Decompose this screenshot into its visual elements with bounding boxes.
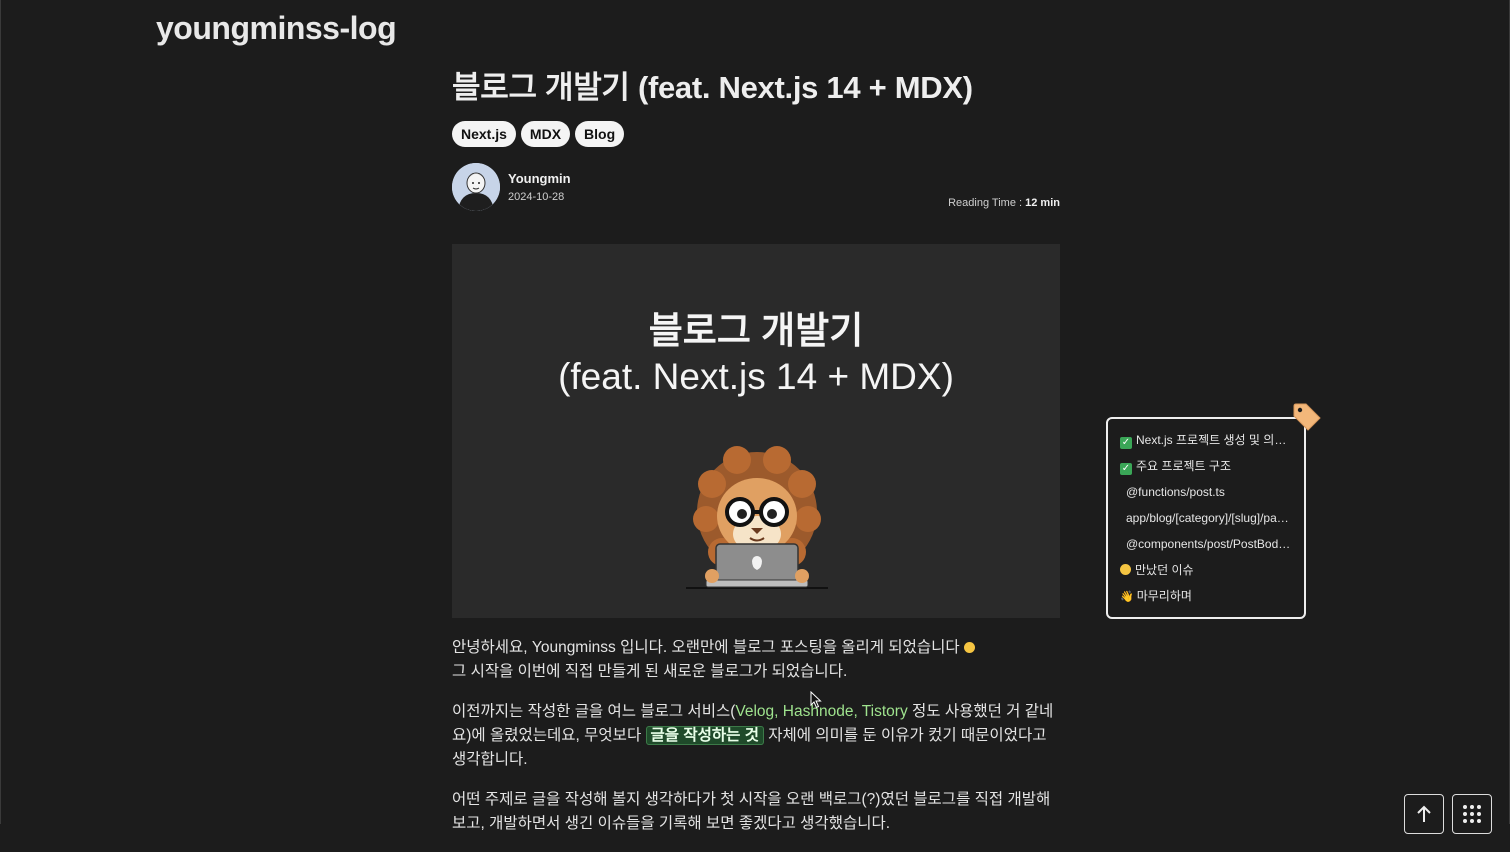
post-title: 블로그 개발기 (feat. Next.js 14 + MDX) [452, 70, 973, 105]
toc-list: ✓ Next.js 프로젝트 생성 및 의존성 설치 ✓ 주요 프로젝트 구조 @f… [1108, 419, 1304, 609]
toc-item-issues[interactable]: 만났던 이슈 [1108, 557, 1304, 583]
reading-time: Reading Time : 12 min [948, 197, 1060, 209]
toc-item-project-structure[interactable]: ✓ 주요 프로젝트 구조 [1108, 453, 1304, 479]
toc-item-label: 만났던 이슈 [1135, 563, 1194, 577]
mouse-cursor-icon [810, 691, 822, 709]
toc-item-post-body[interactable]: @components/post/PostBody.tsx [1108, 531, 1304, 557]
author-row: Youngmin 2024-10-28 Reading Time : 12 mi… [452, 163, 1060, 213]
site-title[interactable]: youngminss-log [156, 10, 397, 47]
toc-tag-icon [1293, 403, 1321, 431]
toc-item-nextjs-setup[interactable]: ✓ Next.js 프로젝트 생성 및 의존성 설치 [1108, 427, 1304, 453]
menu-grid-button[interactable] [1452, 794, 1492, 834]
table-of-contents: ✓ Next.js 프로젝트 생성 및 의존성 설치 ✓ 주요 프로젝트 구조 @f… [1106, 417, 1306, 619]
reading-time-value: 12 min [1025, 197, 1060, 209]
avatar [452, 163, 500, 211]
check-icon: ✓ [1120, 463, 1132, 475]
toc-item-label: 마무리하며 [1136, 589, 1192, 603]
check-icon: ✓ [1120, 437, 1132, 449]
lion-mascot-illustration [686, 446, 828, 589]
toc-item-label: 주요 프로젝트 구조 [1136, 459, 1231, 473]
article: 블로그 개발기 (feat. Next.js 14 + MDX) Next.js… [452, 62, 1060, 852]
paragraph-1-line-2: 그 시작을 이번에 직접 만들게 된 새로운 블로그가 되었습니다. [452, 663, 848, 680]
tag-blog[interactable]: Blog [575, 121, 625, 147]
toc-item-wrap-up[interactable]: 👋 마무리하며 [1108, 583, 1304, 609]
paragraph-1: 안녕하세요, Youngminss 입니다. 오랜만에 블로그 포스팅을 올리게… [452, 636, 1060, 684]
paragraph-1-line-1: 안녕하세요, Youngminss 입니다. 오랜만에 블로그 포스팅을 올리게… [452, 639, 964, 656]
wave-icon: 👋 [1120, 591, 1134, 603]
paragraph-2: 이전까지는 작성한 글을 여느 블로그 서비스(Velog, Hashnode,… [452, 700, 1060, 772]
post-date: 2024-10-28 [508, 191, 565, 203]
cover-title: 블로그 개발기 (feat. Next.js 14 + MDX) [452, 308, 1060, 400]
highlight-text: 글을 작성하는 것 [645, 726, 764, 745]
tag-nextjs[interactable]: Next.js [452, 121, 516, 147]
scroll-to-top-button[interactable] [1404, 794, 1444, 834]
tag-mdx[interactable]: MDX [520, 121, 571, 147]
toc-item-functions-post[interactable]: @functions/post.ts [1108, 479, 1304, 505]
cover-image: 블로그 개발기 (feat. Next.js 14 + MDX) [452, 244, 1060, 618]
grid-icon [1463, 805, 1481, 823]
cover-title-line1: 블로그 개발기 [648, 310, 864, 351]
post-body: 안녕하세요, Youngminss 입니다. 오랜만에 블로그 포스팅을 올리게… [452, 636, 1060, 836]
arrow-up-icon [1417, 805, 1431, 822]
paragraph-2-prefix: 이전까지는 작성한 글을 여느 블로그 서비스( [452, 703, 736, 720]
smile-icon [963, 642, 975, 653]
toc-item-label: Next.js 프로젝트 생성 및 의존성 설치 [1136, 433, 1304, 447]
paragraph-3: 어떤 주제로 글을 작성해 볼지 생각하다가 첫 시작을 오랜 백로그(?)였던… [452, 791, 1051, 832]
author-name: Youngmin [508, 171, 571, 186]
tag-list: Next.js MDX Blog [452, 121, 1060, 147]
smile-icon [1120, 564, 1131, 575]
cover-title-line2: (feat. Next.js 14 + MDX) [558, 356, 954, 397]
toc-item-app-blog-page[interactable]: app/blog/[category]/[slug]/page.tsx [1108, 505, 1304, 531]
reading-time-label: Reading Time : [948, 197, 1026, 209]
